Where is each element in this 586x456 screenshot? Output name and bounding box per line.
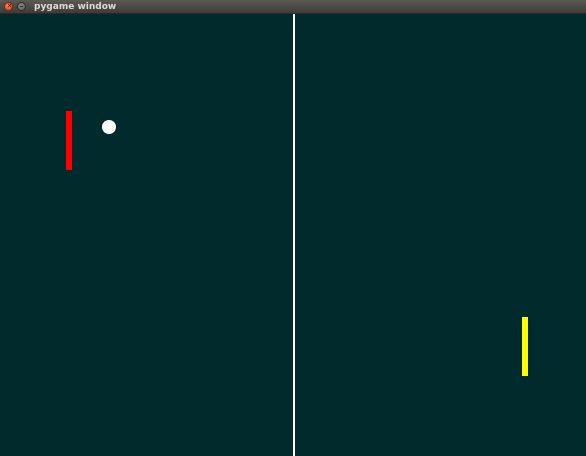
close-icon: ✕ (6, 2, 13, 10)
minimize-button[interactable] (17, 2, 26, 11)
window-title: pygame window (34, 2, 117, 12)
close-button[interactable]: ✕ (4, 2, 13, 11)
game-field[interactable] (0, 14, 586, 456)
left-paddle (66, 111, 72, 170)
center-divider (293, 14, 295, 456)
right-paddle (522, 317, 528, 376)
pygame-window: ✕ pygame window (0, 0, 586, 456)
minimize-icon (20, 6, 23, 7)
ball (102, 120, 116, 134)
title-bar: ✕ pygame window (0, 0, 586, 14)
